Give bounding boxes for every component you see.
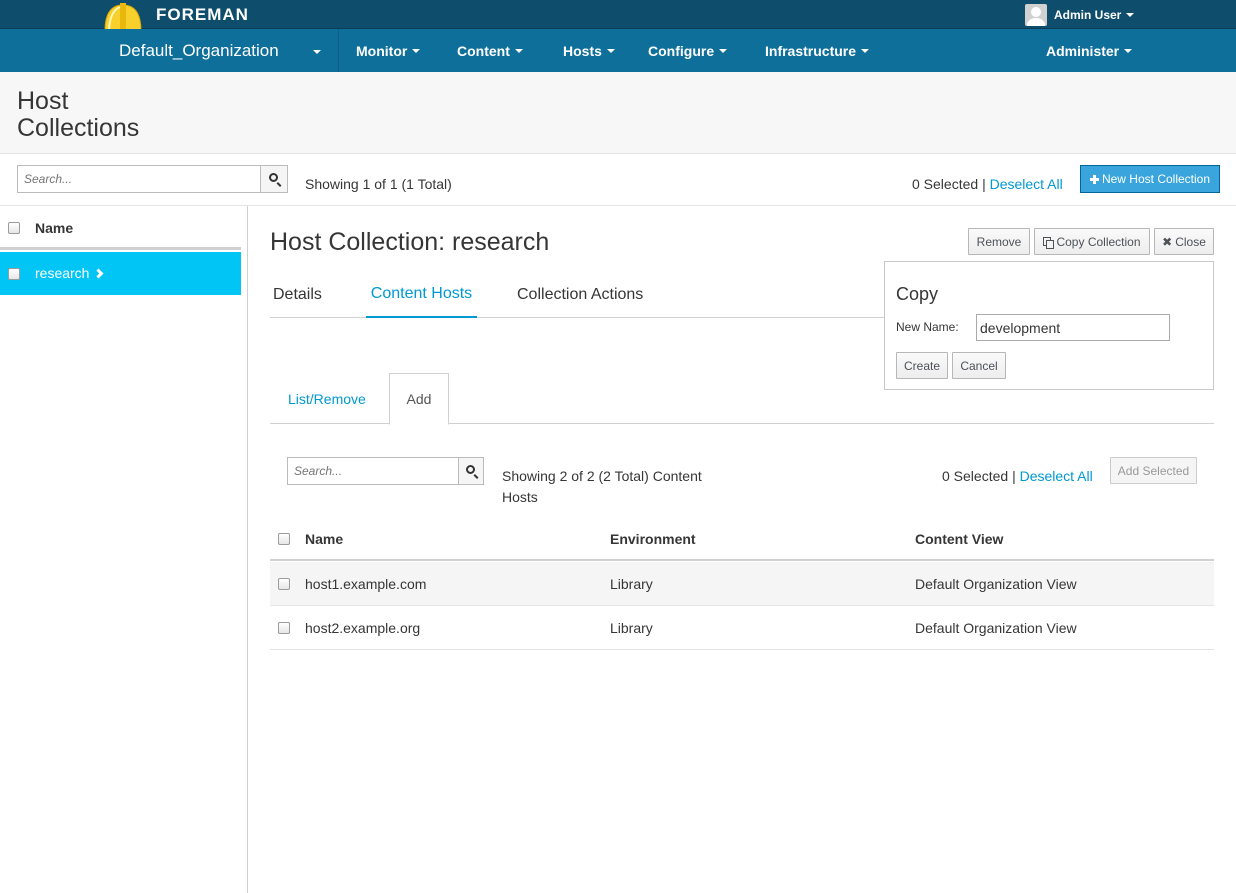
subtab-list-remove[interactable]: List/Remove	[288, 373, 366, 424]
column-name-header: Name	[35, 220, 74, 236]
copy-icon	[1043, 236, 1055, 249]
host-name-link[interactable]: host2.example.org	[305, 620, 420, 636]
list-item[interactable]: research	[0, 252, 241, 295]
organization-switcher[interactable]: Default_Organization	[101, 29, 339, 72]
brand-name[interactable]: FOREMAN	[156, 5, 249, 25]
selected-count: 0 Selected	[942, 468, 1009, 484]
row-checkbox[interactable]	[8, 268, 20, 280]
separator: |	[1012, 468, 1016, 484]
content-hosts-selection-summary: 0 Selected | Deselect All	[942, 468, 1093, 484]
remove-button[interactable]: Remove	[968, 228, 1030, 255]
subtab-add[interactable]: Add	[389, 373, 449, 425]
nav-configure[interactable]: Configure	[648, 29, 728, 72]
detail-title: Host Collection: research	[270, 228, 550, 256]
chevron-down-icon	[606, 48, 615, 53]
list-toolbar: Showing 1 of 1 (1 Total) 0 Selected | De…	[0, 154, 1236, 206]
table-row: host1.example.com Library Default Organi…	[270, 562, 1214, 606]
content-hosts-table-header: Name Environment Content View	[270, 519, 1214, 561]
nav-content[interactable]: Content	[457, 29, 523, 72]
tab-collection-actions[interactable]: Collection Actions	[514, 272, 646, 318]
host-environment: Library	[610, 620, 653, 636]
separator: |	[982, 176, 986, 192]
selection-summary: 0 Selected | Deselect All	[912, 176, 1063, 192]
host-environment: Library	[610, 576, 653, 592]
copy-panel-title: Copy	[896, 284, 939, 304]
collection-list: Name research	[0, 206, 248, 893]
content-hosts-subtabs: List/Remove Add	[270, 373, 1214, 425]
chevron-right-icon	[93, 268, 104, 279]
deselect-all-link[interactable]: Deselect All	[1020, 468, 1093, 484]
showing-count: Showing 1 of 1 (1 Total)	[305, 176, 452, 192]
organization-name: Default_Organization	[119, 40, 279, 60]
nav-administer[interactable]: Administer	[1046, 29, 1133, 72]
row-checkbox[interactable]	[278, 622, 290, 634]
top-bar: FOREMAN Admin User	[0, 0, 1236, 35]
new-name-input[interactable]	[976, 314, 1170, 341]
close-button[interactable]: ✖ Close	[1154, 228, 1214, 255]
page-header: Host Collections	[0, 72, 1236, 154]
column-content-view-header: Content View	[915, 531, 1004, 547]
host-name-link[interactable]: host1.example.com	[305, 576, 426, 592]
chevron-down-icon	[412, 48, 421, 53]
copy-panel: Copy New Name: Create Cancel	[884, 261, 1214, 390]
nav-infrastructure[interactable]: Infrastructure	[765, 29, 870, 72]
user-menu[interactable]: Admin User	[1025, 4, 1135, 26]
content-hosts-showing-count: Showing 2 of 2 (2 Total) Content Hosts	[502, 468, 702, 505]
chevron-down-icon	[313, 50, 321, 54]
search-icon	[269, 173, 278, 182]
tab-content-hosts[interactable]: Content Hosts	[366, 272, 477, 318]
copy-collection-button[interactable]: Copy Collection	[1034, 228, 1150, 255]
host-content-view: Default Organization View	[915, 620, 1077, 636]
nav-hosts[interactable]: Hosts	[563, 29, 615, 72]
search-button[interactable]	[261, 165, 288, 193]
tab-details[interactable]: Details	[270, 272, 325, 318]
host-content-view: Default Organization View	[915, 576, 1077, 592]
search-icon	[466, 465, 475, 474]
selected-count: 0 Selected	[912, 176, 979, 192]
collection-name: research	[35, 265, 90, 281]
list-header: Name	[0, 206, 241, 250]
content-host-search-button[interactable]	[459, 457, 484, 485]
chevron-down-icon	[514, 48, 523, 53]
new-host-collection-button[interactable]: New Host Collection	[1080, 165, 1220, 193]
add-selected-button[interactable]: Add Selected	[1110, 457, 1197, 484]
row-checkbox[interactable]	[278, 578, 290, 590]
content-host-search-input[interactable]	[287, 457, 459, 485]
new-name-label: New Name:	[896, 320, 959, 334]
select-all-checkbox[interactable]	[278, 533, 290, 545]
plus-icon	[1089, 174, 1099, 184]
deselect-all-link[interactable]: Deselect All	[990, 176, 1063, 192]
chevron-down-icon	[1126, 13, 1135, 17]
chevron-down-icon	[1124, 48, 1133, 53]
select-all-checkbox[interactable]	[8, 222, 20, 234]
detail-tabs: Details Content Hosts Collection Actions	[270, 272, 885, 318]
main-nav: Default_Organization Monitor Content Hos…	[0, 29, 1236, 72]
nav-monitor[interactable]: Monitor	[356, 29, 421, 72]
table-row: host2.example.org Library Default Organi…	[270, 606, 1214, 650]
user-name: Admin User	[1054, 8, 1122, 22]
search-input[interactable]	[17, 165, 261, 193]
page-title: Host Collections	[17, 87, 140, 142]
close-icon: ✖	[1162, 234, 1173, 249]
column-name-header: Name	[305, 531, 344, 547]
chevron-down-icon	[719, 48, 728, 53]
chevron-down-icon	[861, 48, 870, 53]
avatar	[1025, 4, 1047, 26]
column-environment-header: Environment	[610, 531, 696, 547]
